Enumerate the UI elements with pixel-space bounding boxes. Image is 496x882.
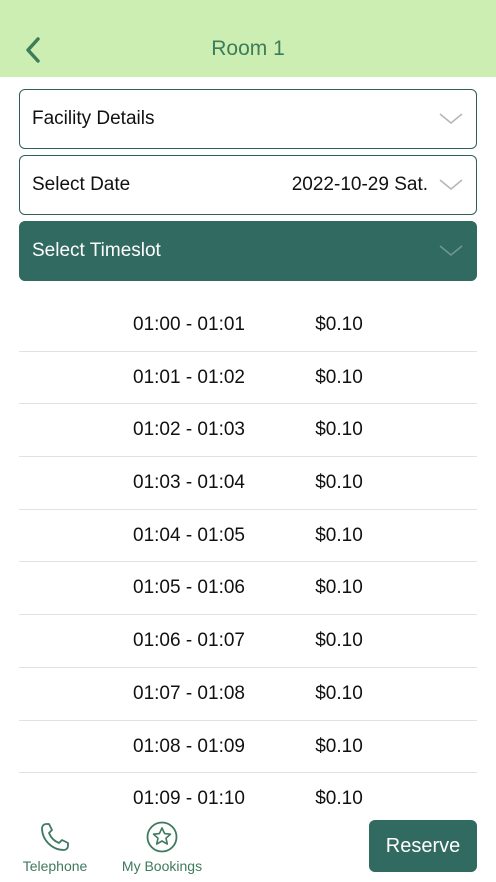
timeslot-price: $0.10 — [315, 682, 363, 704]
timeslot-time: 01:05 - 01:06 — [133, 577, 245, 599]
tab-telephone-label: Telephone — [22, 858, 88, 874]
page-title: Room 1 — [211, 37, 285, 60]
select-timeslot-dropdown[interactable]: Select Timeslot — [19, 221, 477, 281]
timeslot-time: 01:08 - 01:09 — [133, 735, 245, 757]
timeslot-time: 01:06 - 01:07 — [133, 630, 245, 652]
timeslot-price: $0.10 — [315, 472, 363, 494]
timeslot-row[interactable]: 01:09 - 01:10 $0.10 — [19, 773, 477, 804]
bottom-tab-bar: Telephone My Bookings Reserve — [0, 806, 496, 882]
select-date-dropdown[interactable]: Select Date 2022-10-29 Sat. — [19, 155, 477, 215]
timeslot-price: $0.10 — [315, 788, 363, 804]
select-date-label: Select Date — [32, 174, 131, 195]
chevron-down-icon — [439, 113, 463, 124]
timeslot-price: $0.10 — [315, 524, 363, 546]
tab-telephone[interactable]: Telephone — [19, 820, 91, 874]
reserve-button[interactable]: Reserve — [369, 820, 477, 872]
timeslot-time: 01:01 - 01:02 — [133, 366, 245, 388]
timeslot-list[interactable]: 01:00 - 01:01 $0.10 01:01 - 01:02 $0.10 … — [19, 299, 477, 804]
facility-details-dropdown[interactable]: Facility Details — [19, 89, 477, 149]
tab-my-bookings-label: My Bookings — [121, 858, 203, 874]
timeslot-row[interactable]: 01:02 - 01:03 $0.10 — [19, 404, 477, 458]
timeslot-time: 01:09 - 01:10 — [133, 788, 245, 804]
chevron-down-icon — [439, 245, 463, 256]
timeslot-time: 01:03 - 01:04 — [133, 472, 245, 494]
timeslot-time: 01:04 - 01:05 — [133, 524, 245, 546]
app-header: Room 1 — [0, 0, 496, 77]
timeslot-row[interactable]: 01:03 - 01:04 $0.10 — [19, 457, 477, 510]
timeslot-row[interactable]: 01:00 - 01:01 $0.10 — [19, 299, 477, 352]
timeslot-price: $0.10 — [315, 577, 363, 599]
timeslot-row[interactable]: 01:04 - 01:05 $0.10 — [19, 510, 477, 563]
select-timeslot-label: Select Timeslot — [32, 240, 161, 261]
tab-my-bookings[interactable]: My Bookings — [116, 820, 208, 874]
timeslot-row[interactable]: 01:05 - 01:06 $0.10 — [19, 562, 477, 616]
timeslot-time: 01:02 - 01:03 — [133, 419, 245, 441]
facility-details-label: Facility Details — [32, 108, 155, 129]
star-circle-icon — [146, 821, 178, 853]
timeslot-time: 01:00 - 01:01 — [133, 314, 245, 335]
timeslot-price: $0.10 — [315, 630, 363, 652]
timeslot-row[interactable]: 01:07 - 01:08 $0.10 — [19, 668, 477, 721]
timeslot-price: $0.10 — [315, 366, 363, 388]
timeslot-price: $0.10 — [315, 735, 363, 757]
phone-icon — [41, 823, 69, 851]
chevron-down-icon — [439, 179, 463, 190]
timeslot-row[interactable]: 01:08 - 01:09 $0.10 — [19, 721, 477, 774]
timeslot-row[interactable]: 01:06 - 01:07 $0.10 — [19, 615, 477, 668]
timeslot-price: $0.10 — [315, 419, 363, 441]
timeslot-price: $0.10 — [315, 314, 363, 335]
timeslot-time: 01:07 - 01:08 — [133, 682, 245, 704]
selected-date-value: 2022-10-29 Sat. — [291, 174, 428, 195]
timeslot-row[interactable]: 01:01 - 01:02 $0.10 — [19, 352, 477, 405]
